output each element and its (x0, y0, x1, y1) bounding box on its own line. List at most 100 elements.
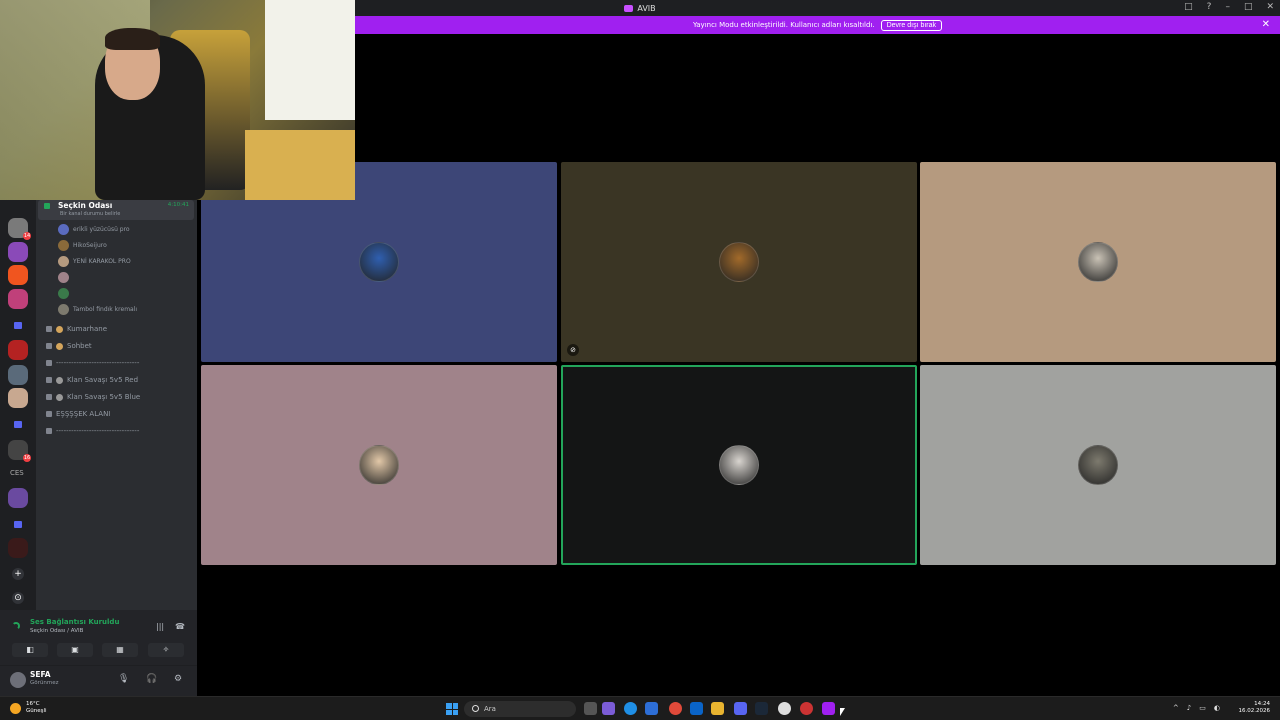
server-icon[interactable] (8, 388, 28, 408)
server-icon[interactable] (8, 242, 28, 262)
camera-off-button[interactable]: ◧ (12, 643, 48, 657)
participant-tile[interactable] (920, 365, 1276, 565)
voice-member[interactable]: YENİ KARAKOL PRO (58, 256, 131, 267)
channel-name: Klan Savaşı 5v5 Blue (67, 393, 141, 401)
voice-channel[interactable]: Sohbet (46, 342, 92, 350)
twitch-app-icon[interactable] (822, 702, 835, 715)
copilot-icon[interactable] (602, 702, 615, 715)
app-icon[interactable] (778, 702, 791, 715)
voice-member[interactable]: erikli yüzücüsü pro (58, 224, 130, 235)
volume-icon[interactable]: ♪ (1187, 704, 1191, 712)
inbox-icon[interactable]: □ (1184, 2, 1193, 12)
window-controls: □ ? – □ ✕ (1184, 2, 1274, 12)
server-icon[interactable] (8, 265, 28, 285)
banner-message: Yayıncı Modu etkinleştirildi. Kullanıcı … (692, 21, 875, 29)
channel-status[interactable]: Bir kanal durumu belirle (60, 211, 120, 217)
soundboard-button[interactable]: ✧ (148, 643, 184, 657)
member-name: YENİ KARAKOL PRO (73, 258, 131, 265)
speaker-icon (46, 377, 52, 383)
member-name: Tambol findık kremalı (73, 306, 138, 313)
network-icon[interactable]: ▭ (1199, 704, 1206, 712)
server-icon[interactable] (8, 488, 28, 508)
server-text-icon[interactable]: CES (10, 469, 24, 477)
window-title-text: AVIB (637, 3, 656, 13)
server-folder-icon[interactable] (14, 421, 22, 428)
voice-channel[interactable]: EŞŞŞŞEK ALANI (46, 410, 110, 418)
server-icon[interactable]: 14 (8, 218, 31, 240)
voice-status[interactable]: Ses Bağlantısı Kuruldu (30, 618, 119, 626)
screen: AVIB □ ? – □ ✕ Yayıncı Modu etkinleştiri… (0, 0, 1280, 720)
banner-close-icon[interactable]: ✕ (1262, 19, 1270, 30)
username[interactable]: SEFA (30, 670, 51, 679)
clock-time: 14:24 (1254, 701, 1270, 707)
task-view-icon[interactable] (584, 702, 597, 715)
participant-tile[interactable] (561, 365, 917, 565)
user-status: Görünmez (30, 680, 59, 686)
activities-button[interactable]: ▦ (102, 643, 138, 657)
participant-tile[interactable] (920, 162, 1276, 362)
participant-tile[interactable]: ⊘ (561, 162, 917, 362)
battery-icon[interactable]: ◐ (1214, 704, 1220, 712)
server-icon[interactable] (8, 538, 28, 558)
windows-start-icon[interactable] (446, 703, 458, 715)
avatar[interactable] (10, 672, 26, 688)
close-window-button[interactable]: ✕ (1266, 2, 1274, 12)
chrome-icon[interactable] (669, 702, 682, 715)
add-server-icon[interactable]: + (12, 568, 24, 580)
weather-widget[interactable]: 16°C Güneşli (10, 701, 47, 715)
screen-share-button[interactable]: ▣ (57, 643, 93, 657)
voice-channel-path[interactable]: Seçkin Odası / AVIB (30, 628, 83, 634)
app-icon[interactable] (800, 702, 813, 715)
server-icon[interactable]: 16 (8, 440, 31, 462)
store-icon[interactable] (645, 702, 658, 715)
minimize-button[interactable]: – (1225, 2, 1230, 12)
disable-streamer-mode-button[interactable]: Devre dışı bırak (880, 19, 943, 31)
sun-icon (10, 702, 21, 714)
channel-name: --------------------------------- (56, 427, 140, 435)
server-icon[interactable] (8, 365, 28, 385)
server-folder-icon[interactable] (14, 322, 22, 329)
voice-channel[interactable]: Klan Savaşı 5v5 Red (46, 376, 138, 384)
discord-icon[interactable] (734, 702, 747, 715)
file-explorer-icon[interactable] (711, 702, 724, 715)
search-placeholder: Ara (484, 705, 496, 713)
settings-gear-icon[interactable]: ⚙ (174, 674, 182, 684)
voice-member[interactable] (58, 272, 73, 283)
participant-avatar (719, 445, 759, 485)
connection-signal-icon (12, 622, 20, 630)
server-folder-icon[interactable] (14, 521, 22, 528)
discover-icon[interactable]: ⊙ (12, 592, 24, 604)
voice-member[interactable] (58, 288, 73, 299)
server-icon[interactable] (8, 340, 28, 360)
clock[interactable]: 14:24 16.02.2026 (1239, 701, 1271, 715)
participant-tile[interactable] (201, 365, 557, 565)
steam-icon[interactable] (755, 702, 768, 715)
channel-emoji-icon (56, 376, 63, 384)
tray-overflow-icon[interactable]: ^ (1173, 704, 1179, 712)
video-stage: ⊘ (197, 34, 1280, 696)
microphone-icon[interactable]: 🎙 (118, 674, 129, 684)
weather-desc: Güneşli (26, 708, 47, 714)
voice-member[interactable]: HikoSeijuro (58, 240, 107, 251)
deafened-icon: ⊘ (567, 344, 579, 356)
clock-date: 16.02.2026 (1238, 708, 1271, 714)
avatar (58, 288, 69, 299)
voice-member[interactable]: Tambol findık kremalı (58, 304, 137, 315)
active-voice-channel[interactable]: Seçkin Odası Bir kanal durumu belirle 4:… (38, 200, 194, 220)
weather-temp: 16°C (26, 701, 40, 707)
participant-avatar (359, 242, 399, 282)
headphones-icon[interactable]: 🎧 (146, 674, 157, 684)
disconnect-icon[interactable]: ☎ (175, 622, 185, 631)
outlook-icon[interactable] (690, 702, 703, 715)
server-icon[interactable] (8, 289, 28, 309)
taskbar-search[interactable]: Ara (464, 701, 576, 717)
edge-icon[interactable] (624, 702, 637, 715)
noise-suppression-icon[interactable]: ||| (156, 622, 164, 631)
voice-channel[interactable]: --------------------------------- (46, 427, 139, 435)
voice-channel[interactable]: Klan Savaşı 5v5 Blue (46, 393, 140, 401)
voice-channel[interactable]: Kumarhane (46, 325, 107, 333)
voice-channel[interactable]: --------------------------------- (46, 359, 139, 367)
maximize-button[interactable]: □ (1244, 2, 1253, 12)
server-rail: 14 16 CES + ⊙ (0, 200, 36, 610)
help-icon[interactable]: ? (1207, 2, 1212, 12)
